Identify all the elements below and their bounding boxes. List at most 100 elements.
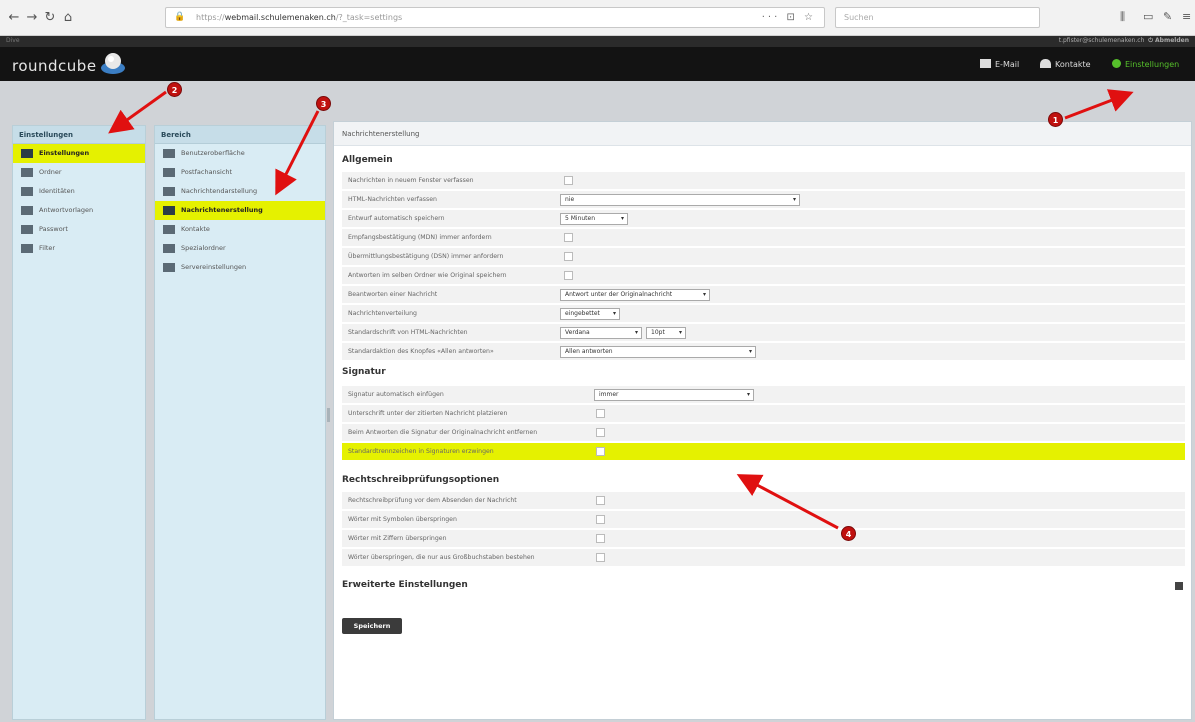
setting-checkbox[interactable] (596, 553, 605, 562)
settings-item-identities[interactable]: Identitäten (13, 182, 145, 201)
special-folder-icon (163, 244, 175, 253)
setting-checkbox[interactable] (564, 271, 573, 280)
setting-label: Nachrichtenverteilung (348, 310, 417, 317)
setting-label: Antworten im selben Ordner wie Original … (348, 272, 507, 279)
section-item-server[interactable]: Servereinstellungen (155, 258, 325, 277)
setting-select[interactable]: nie (560, 194, 800, 206)
settings-panel-title: Einstellungen (13, 126, 145, 144)
browser-toolbar: ← → ↻ ⌂ 🔒 https://webmail.schulemenaken.… (0, 0, 1195, 36)
settings-row: Unterschrift unter der zitierten Nachric… (342, 405, 1185, 423)
url-bar[interactable]: 🔒 https://webmail.schulemenaken.ch/?_tas… (165, 7, 825, 28)
task-contacts[interactable]: Kontakte (1040, 59, 1091, 69)
mailbox-icon (163, 168, 175, 177)
settings-item-password[interactable]: Passwort (13, 220, 145, 239)
contacts-icon (1040, 59, 1051, 68)
section-spellcheck-title: Rechtschreibprüfungsoptionen (342, 475, 500, 485)
back-icon[interactable]: ← (6, 10, 22, 26)
section-item-contacts[interactable]: Kontakte (155, 220, 325, 239)
setting-select[interactable]: 5 Minuten (560, 213, 628, 225)
section-signature-title: Signatur (342, 367, 386, 377)
settings-row: Wörter überspringen, die nur aus Großbuc… (342, 549, 1185, 567)
menu-icon[interactable]: ≡ (1182, 10, 1191, 23)
section-panel-title: Bereich (155, 126, 325, 144)
annotation-badge-2: 2 (167, 82, 182, 97)
top-line: Dive t.pfister@schulemenaken.ch ⏻ Abmeld… (0, 36, 1195, 47)
setting-checkbox[interactable] (564, 233, 573, 242)
settings-row: Nachrichten in neuem Fenster verfassen (342, 172, 1185, 190)
save-button[interactable]: Speichern (342, 618, 402, 634)
settings-item-responses[interactable]: Antwortvorlagen (13, 201, 145, 220)
settings-row: Wörter mit Ziffern überspringen (342, 530, 1185, 548)
settings-row: Standardschrift von HTML-Nachrichten Verd… (342, 324, 1185, 342)
setting-label: Rechtschreibprüfung vor dem Absenden der… (348, 497, 517, 504)
settings-item-filters[interactable]: Filter (13, 239, 145, 258)
setting-label: Standardtrennzeichen in Signaturen erzwi… (348, 448, 494, 455)
settings-row: Wörter mit Symbolen überspringen (342, 511, 1185, 529)
setting-checkbox[interactable] (596, 496, 605, 505)
settings-row: Empfangsbestätigung (MDN) immer anforder… (342, 229, 1185, 247)
lock-icon: 🔒 (174, 12, 186, 22)
setting-select[interactable]: Allen antworten (560, 346, 756, 358)
library-icon[interactable]: ⫼ (1120, 10, 1125, 24)
section-item-compose[interactable]: Nachrichtenerstellung (155, 201, 325, 220)
setting-label: Wörter mit Ziffern überspringen (348, 535, 447, 542)
task-settings[interactable]: Einstellungen (1112, 59, 1179, 69)
settings-row: HTML-Nachrichten verfassen nie (342, 191, 1185, 209)
top-line-label: Dive (6, 37, 20, 44)
settings-icon (1112, 59, 1121, 68)
settings-panel: Einstellungen Einstellungen Ordner Ident… (12, 125, 146, 720)
setting-label: Standardaktion des Knopfes «Allen antwor… (348, 348, 494, 355)
setting-label: Signatur automatisch einfügen (348, 391, 444, 398)
page-actions-icon[interactable]: ··· ⊡ ☆ (762, 12, 816, 23)
setting-label: Standardschrift von HTML-Nachrichten (348, 329, 468, 336)
section-item-special-folders[interactable]: Spezialordner (155, 239, 325, 258)
filter-icon (21, 244, 33, 253)
setting-label: Beantworten einer Nachricht (348, 291, 438, 298)
setting-checkbox[interactable] (596, 428, 605, 437)
sidebar-icon[interactable]: ▭ (1143, 10, 1153, 23)
settings-row: Nachrichtenverteilung eingebettet (342, 305, 1185, 323)
settings-item-folders[interactable]: Ordner (13, 163, 145, 182)
extension-icon[interactable]: ✎ (1163, 10, 1172, 23)
setting-select[interactable]: immer (594, 389, 754, 401)
compose-icon (163, 206, 175, 215)
setting-checkbox[interactable] (596, 515, 605, 524)
section-item-ui[interactable]: Benutzeroberfläche (155, 144, 325, 163)
setting-checkbox[interactable] (596, 447, 605, 456)
logout-link[interactable]: ⏻ Abmelden (1148, 37, 1189, 44)
setting-label: Übermittlungsbestätigung (DSN) immer anf… (348, 253, 504, 260)
section-advanced-title[interactable]: Erweiterte Einstellungen (342, 580, 468, 590)
setting-label: Entwurf automatisch speichern (348, 215, 445, 222)
browser-search-input[interactable]: Suchen (835, 7, 1040, 28)
setting-label: Empfangsbestätigung (MDN) immer anforder… (348, 234, 492, 241)
reload-icon[interactable]: ↻ (42, 10, 58, 26)
setting-select[interactable]: eingebettet (560, 308, 620, 320)
setting-label: Nachrichten in neuem Fenster verfassen (348, 177, 474, 184)
identity-icon (21, 187, 33, 196)
setting-checkbox[interactable] (596, 409, 605, 418)
section-item-display[interactable]: Nachrichtendarstellung (155, 182, 325, 201)
url-text: https://webmail.schulemenaken.ch/?_task=… (196, 13, 403, 22)
expand-icon[interactable] (1175, 582, 1183, 590)
section-item-mailbox[interactable]: Postfachansicht (155, 163, 325, 182)
forward-icon[interactable]: → (24, 10, 40, 26)
setting-select[interactable]: Antwort unter der Originalnachricht (560, 289, 710, 301)
task-mail[interactable]: E-Mail (980, 59, 1019, 69)
setting-checkbox[interactable] (564, 252, 573, 261)
font-size-select[interactable]: 10pt (646, 327, 686, 339)
setting-checkbox[interactable] (564, 176, 573, 185)
setting-label: Wörter mit Symbolen überspringen (348, 516, 457, 523)
setting-select[interactable]: Verdana (560, 327, 642, 339)
home-icon[interactable]: ⌂ (60, 10, 76, 26)
settings-item-preferences[interactable]: Einstellungen (13, 144, 145, 163)
settings-row: Standardtrennzeichen in Signaturen erzwi… (342, 443, 1185, 461)
message-view-icon (163, 187, 175, 196)
annotation-badge-3: 3 (316, 96, 331, 111)
settings-row: Beantworten einer Nachricht Antwort unter… (342, 286, 1185, 304)
settings-row: Standardaktion des Knopfes «Allen antwor… (342, 343, 1185, 361)
setting-checkbox[interactable] (596, 534, 605, 543)
preferences-icon (21, 149, 33, 158)
splitter-handle[interactable] (327, 408, 330, 422)
server-icon (163, 263, 175, 272)
logo-cube-icon (101, 53, 125, 74)
